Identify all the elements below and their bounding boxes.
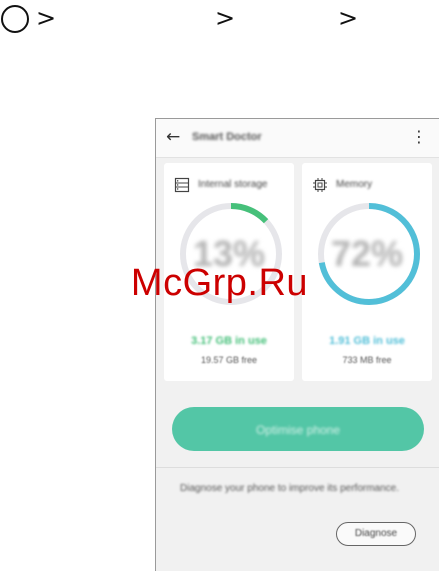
diagnose-label: Diagnose (354, 528, 398, 539)
memory-free: 733 MB free (342, 355, 392, 365)
storage-title: Internal storage (198, 179, 268, 190)
optimise-phone-label: Optimise phone (255, 423, 341, 437)
divider (156, 467, 439, 468)
memory-chip-icon (313, 178, 327, 192)
storage-icon (174, 177, 190, 193)
more-options-icon[interactable]: ⋮ (411, 127, 427, 146)
optimise-phone-button[interactable]: Optimise phone (172, 407, 424, 451)
home-circle-icon (1, 5, 29, 33)
app-title: Smart Doctor (192, 131, 262, 143)
phone-screen: ← Smart Doctor ⋮ Internal storage 13% 3.… (155, 118, 439, 571)
app-bar: ← Smart Doctor ⋮ (156, 119, 439, 158)
diagnose-button[interactable]: Diagnose (336, 522, 416, 546)
chevron-right-icon: > (36, 4, 57, 32)
storage-free: 19.57 GB free (200, 355, 258, 365)
watermark: McGrp.Ru (130, 262, 309, 304)
storage-in-use: 3.17 GB in use (191, 335, 267, 347)
chevron-right-icon: > (338, 4, 359, 32)
chevron-right-icon: > (215, 4, 236, 32)
diagnose-description: Diagnose your phone to improve its perfo… (180, 483, 400, 494)
breadcrumb: > > > (0, 0, 439, 40)
memory-title: Memory (336, 179, 373, 190)
back-arrow-icon[interactable]: ← (166, 127, 180, 147)
memory-in-use: 1.91 GB in use (329, 335, 405, 347)
